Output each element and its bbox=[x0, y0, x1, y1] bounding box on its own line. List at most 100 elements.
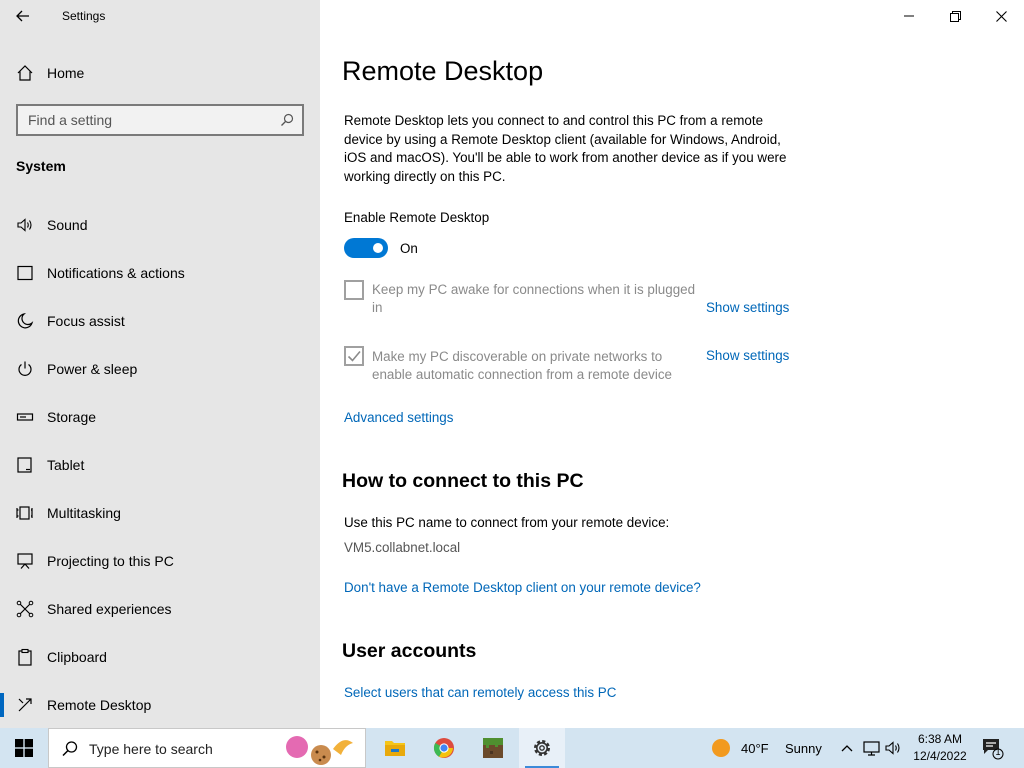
toggle-state-label: On bbox=[400, 241, 418, 256]
sidebar-item-home[interactable]: Home bbox=[0, 56, 320, 90]
get-client-link[interactable]: Don't have a Remote Desktop client on yo… bbox=[344, 580, 701, 595]
back-button[interactable] bbox=[8, 3, 38, 29]
minecraft-icon bbox=[483, 738, 503, 758]
speaker-icon bbox=[17, 218, 32, 232]
moon-icon bbox=[17, 312, 34, 329]
action-center-button[interactable]: 1 bbox=[980, 736, 1004, 760]
sidebar-item-label: Sound bbox=[47, 217, 88, 233]
volume-button[interactable] bbox=[884, 738, 902, 758]
taskbar-minecraft[interactable] bbox=[470, 728, 516, 768]
minimize-icon bbox=[904, 15, 914, 17]
keep-awake-checkbox[interactable] bbox=[344, 280, 364, 300]
group-title: System bbox=[16, 158, 66, 174]
power-icon bbox=[18, 361, 32, 376]
close-icon bbox=[995, 10, 1007, 22]
file-explorer-icon bbox=[385, 741, 405, 756]
taskbar-settings[interactable] bbox=[519, 728, 565, 768]
sidebar-item-label: Remote Desktop bbox=[47, 697, 152, 713]
page-title: Remote Desktop bbox=[342, 56, 544, 86]
notification-icon bbox=[17, 265, 33, 281]
sidebar-item-notifications[interactable]: Notifications & actions bbox=[0, 253, 320, 293]
storage-icon bbox=[16, 413, 34, 421]
taskbar-chrome[interactable] bbox=[421, 728, 467, 768]
taskbar-file-explorer[interactable] bbox=[372, 728, 418, 768]
page-description: Remote Desktop lets you connect to and c… bbox=[344, 113, 787, 184]
sidebar-item-label: Clipboard bbox=[47, 649, 107, 665]
checkmark-icon bbox=[347, 350, 361, 362]
select-users-link[interactable]: Select users that can remotely access th… bbox=[344, 685, 616, 700]
notification-count: 1 bbox=[995, 747, 1001, 757]
sidebar-item-label: Notifications & actions bbox=[47, 265, 185, 281]
minimize-button[interactable] bbox=[886, 0, 932, 32]
sidebar-item-multitasking[interactable]: Multitasking bbox=[0, 493, 320, 533]
shared-icon bbox=[16, 600, 34, 618]
taskbar: Type here to search 40°F Sunny 6:38 AM 1… bbox=[0, 728, 1024, 768]
discoverable-label: Make my PC discoverable on private netwo… bbox=[372, 349, 672, 382]
home-icon bbox=[17, 65, 33, 81]
show-settings-link-1[interactable]: Show settings bbox=[706, 300, 789, 315]
sidebar-item-label: Shared experiences bbox=[47, 601, 172, 617]
sidebar-item-projecting[interactable]: Projecting to this PC bbox=[0, 541, 320, 581]
sidebar-item-storage[interactable]: Storage bbox=[0, 397, 320, 437]
sidebar: Settings Home Find a setting System Soun… bbox=[0, 0, 320, 728]
settings-icon bbox=[534, 740, 550, 756]
search-icon bbox=[62, 741, 78, 757]
discoverable-checkbox[interactable] bbox=[344, 346, 364, 366]
show-settings-link-2[interactable]: Show settings bbox=[706, 348, 789, 363]
close-button[interactable] bbox=[978, 0, 1024, 32]
weather-widget[interactable]: 40°F Sunny bbox=[708, 728, 828, 768]
user-accounts-heading: User accounts bbox=[342, 640, 477, 662]
clipboard-icon bbox=[18, 648, 32, 666]
network-button[interactable] bbox=[862, 738, 880, 758]
chevron-up-icon bbox=[841, 745, 853, 752]
start-button[interactable] bbox=[0, 728, 48, 768]
tablet-icon bbox=[17, 457, 32, 473]
sidebar-item-label: Power & sleep bbox=[47, 361, 138, 377]
clock-time: 6:38 AM bbox=[917, 732, 963, 746]
search-placeholder: Find a setting bbox=[28, 112, 113, 128]
connect-heading: How to connect to this PC bbox=[342, 470, 584, 492]
search-highlight-icon bbox=[286, 736, 353, 765]
show-hidden-icons-button[interactable] bbox=[838, 738, 856, 758]
home-label: Home bbox=[47, 65, 85, 81]
enable-remote-desktop-label: Enable Remote Desktop bbox=[344, 210, 490, 225]
sidebar-item-focus-assist[interactable]: Focus assist bbox=[0, 301, 320, 341]
taskbar-search-box[interactable]: Type here to search bbox=[48, 728, 366, 768]
sun-icon bbox=[712, 739, 730, 757]
advanced-settings-link[interactable]: Advanced settings bbox=[344, 410, 453, 425]
system-clock[interactable]: 6:38 AM 12/4/2022 bbox=[904, 731, 976, 765]
sidebar-item-label: Focus assist bbox=[47, 313, 125, 329]
weather-condition: Sunny bbox=[785, 741, 822, 756]
windows-logo-icon bbox=[15, 739, 33, 757]
search-icon bbox=[281, 113, 294, 126]
restore-icon bbox=[949, 10, 961, 22]
sidebar-item-remote-desktop[interactable]: Remote Desktop bbox=[0, 685, 320, 725]
sidebar-item-label: Storage bbox=[47, 409, 97, 425]
sidebar-item-tablet[interactable]: Tablet bbox=[0, 445, 320, 485]
back-arrow-icon bbox=[16, 10, 29, 22]
weather-temperature: 40°F bbox=[741, 741, 769, 756]
toggle-knob bbox=[373, 243, 383, 253]
network-icon bbox=[862, 740, 880, 756]
title-bar: Settings bbox=[0, 0, 320, 32]
taskbar-search-placeholder: Type here to search bbox=[89, 741, 213, 757]
sidebar-item-clipboard[interactable]: Clipboard bbox=[0, 637, 320, 677]
app-title: Settings bbox=[62, 9, 106, 23]
pc-name: VM5.collabnet.local bbox=[344, 540, 461, 555]
sidebar-item-label: Projecting to this PC bbox=[47, 553, 174, 569]
volume-icon bbox=[885, 741, 900, 755]
restore-button[interactable] bbox=[932, 0, 978, 32]
find-setting-input[interactable]: Find a setting bbox=[16, 104, 304, 136]
remote-desktop-icon bbox=[18, 698, 32, 712]
enable-remote-desktop-toggle[interactable] bbox=[344, 238, 388, 258]
sidebar-item-sound[interactable]: Sound bbox=[0, 205, 320, 245]
projector-icon bbox=[17, 553, 33, 569]
sidebar-item-power-sleep[interactable]: Power & sleep bbox=[0, 349, 320, 389]
sidebar-item-shared-experiences[interactable]: Shared experiences bbox=[0, 589, 320, 629]
sidebar-item-label: Tablet bbox=[47, 457, 85, 473]
sidebar-item-label: Multitasking bbox=[47, 505, 121, 521]
chrome-icon bbox=[433, 738, 454, 758]
keep-awake-label: Keep my PC awake for connections when it… bbox=[372, 282, 696, 315]
clock-date: 12/4/2022 bbox=[913, 749, 967, 763]
multitasking-icon bbox=[16, 506, 33, 520]
